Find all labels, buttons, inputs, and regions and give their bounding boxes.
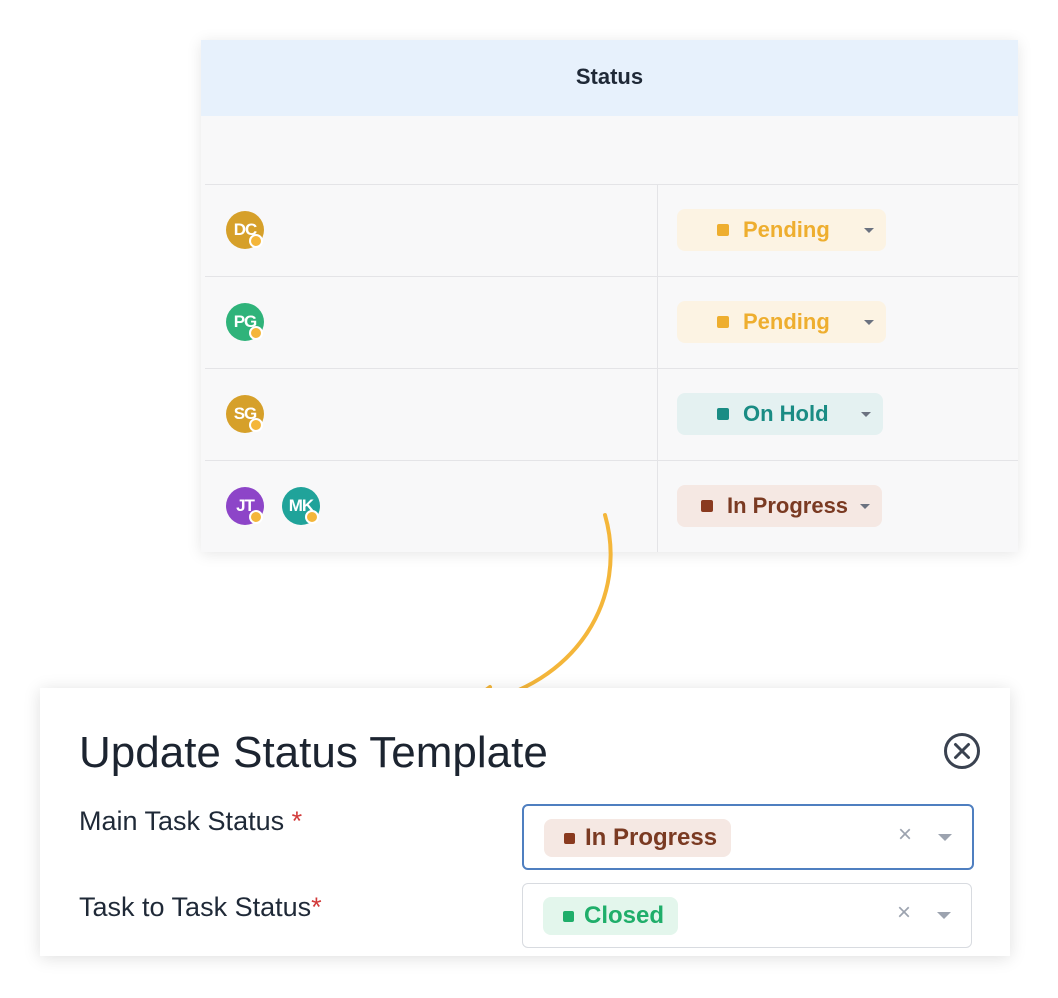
- status-color-square-icon: [701, 500, 713, 512]
- chevron-down-icon[interactable]: [938, 834, 952, 841]
- status-dropdown[interactable]: On Hold: [677, 393, 883, 435]
- status-dropdown[interactable]: Pending: [677, 209, 886, 251]
- column-divider: [657, 369, 658, 460]
- column-divider: [657, 461, 658, 552]
- status-dropdown[interactable]: Pending: [677, 301, 886, 343]
- status-label: Pending: [743, 309, 830, 334]
- table-row: PG Pending: [205, 276, 1018, 368]
- status-dot-icon: [249, 326, 263, 340]
- status-color-square-icon: [717, 408, 729, 420]
- status-label: In Progress: [727, 493, 849, 518]
- selected-status-chip: In Progress: [544, 819, 732, 857]
- field-label-text: Task to Task Status: [79, 892, 312, 922]
- status-dot-icon: [249, 418, 263, 432]
- update-status-modal: Update Status Template Main Task Status …: [40, 688, 1010, 956]
- modal-title: Update Status Template: [79, 728, 548, 777]
- selected-status-chip: Closed: [543, 897, 679, 935]
- status-table: Status DC Pending PG Pending SG On Hold …: [201, 40, 1018, 552]
- clear-icon[interactable]: ×: [897, 899, 911, 927]
- status-column-header: Status: [575, 64, 644, 89]
- status-dot-icon: [249, 510, 263, 524]
- selected-status-label: In Progress: [585, 824, 718, 851]
- status-color-square-icon: [564, 832, 575, 844]
- avatar[interactable]: JT: [226, 487, 264, 525]
- avatar[interactable]: SG: [226, 395, 264, 433]
- required-mark: *: [284, 806, 303, 836]
- status-dot-icon: [249, 234, 263, 248]
- avatar[interactable]: DC: [226, 211, 264, 249]
- status-dropdown[interactable]: In Progress: [677, 485, 883, 527]
- table-header: Status: [201, 40, 1018, 116]
- status-color-square-icon: [563, 910, 574, 922]
- status-label: Pending: [743, 217, 830, 242]
- table-row: DC Pending: [205, 184, 1018, 276]
- required-mark: *: [311, 892, 322, 922]
- circle-x-icon[interactable]: [943, 732, 981, 770]
- caret-down-icon[interactable]: [860, 503, 871, 509]
- column-divider: [657, 277, 658, 368]
- clear-icon[interactable]: ×: [898, 821, 912, 849]
- caret-down-icon[interactable]: [863, 319, 874, 325]
- status-color-square-icon: [717, 224, 729, 236]
- status-label: On Hold: [743, 401, 829, 426]
- status-dot-icon: [305, 510, 319, 524]
- column-divider: [657, 185, 658, 276]
- caret-down-icon[interactable]: [860, 411, 871, 417]
- avatar[interactable]: MK: [282, 487, 320, 525]
- status-color-square-icon: [717, 316, 729, 328]
- selected-status-label: Closed: [584, 902, 665, 929]
- chevron-down-icon[interactable]: [937, 912, 951, 919]
- avatar[interactable]: PG: [226, 303, 264, 341]
- task-to-task-status-select[interactable]: Closed ×: [522, 883, 972, 948]
- field-label-text: Main Task Status: [79, 806, 285, 836]
- main-task-status-select[interactable]: In Progress ×: [522, 804, 974, 870]
- table-row: SG On Hold: [205, 368, 1018, 460]
- task-to-task-status-label: Task to Task Status*: [79, 892, 322, 923]
- caret-down-icon[interactable]: [863, 227, 874, 233]
- main-task-status-label: Main Task Status *: [79, 806, 302, 837]
